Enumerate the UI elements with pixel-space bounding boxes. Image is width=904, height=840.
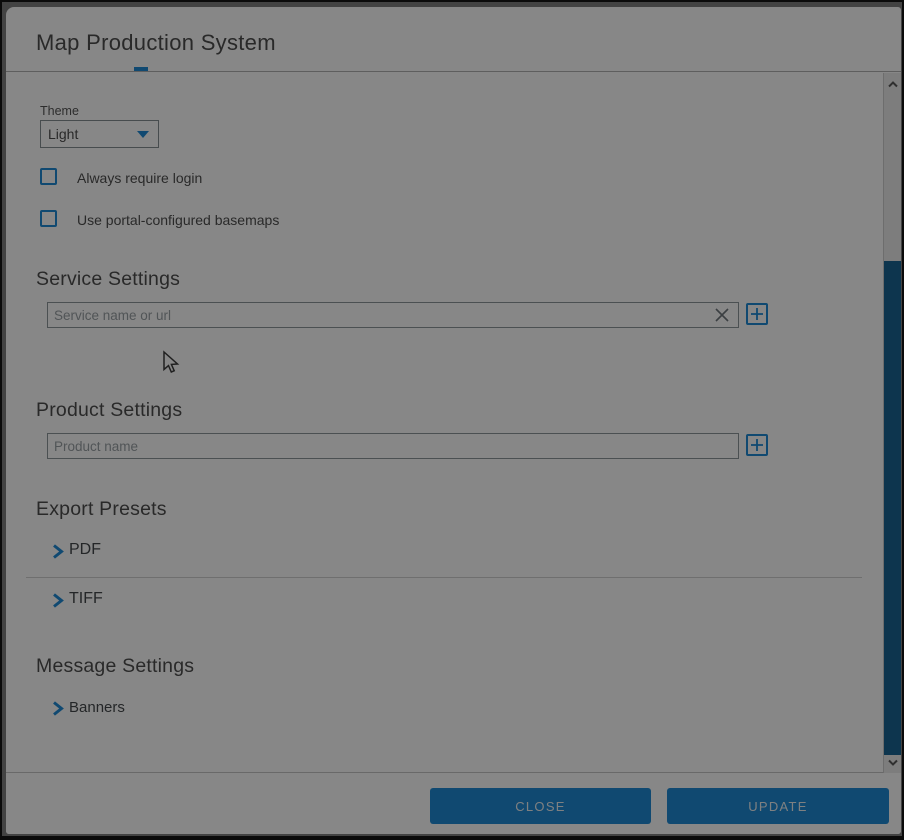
chevron-right-icon[interactable] bbox=[52, 544, 64, 559]
add-service-button[interactable] bbox=[746, 303, 768, 325]
chevron-right-icon[interactable] bbox=[52, 593, 64, 608]
x-clear-icon[interactable] bbox=[713, 306, 731, 324]
preset-divider bbox=[26, 577, 862, 578]
dialog-title: Map Production System bbox=[36, 30, 276, 56]
theme-selected-value: Light bbox=[48, 126, 78, 142]
chevron-down-icon bbox=[888, 759, 898, 766]
chevron-right-icon[interactable] bbox=[52, 701, 64, 716]
always-require-login-checkbox[interactable] bbox=[40, 168, 57, 185]
export-presets-heading: Export Presets bbox=[36, 498, 167, 521]
map-production-system-dialog: Map Production System Theme Light Always… bbox=[6, 7, 901, 834]
scroll-up-button[interactable] bbox=[884, 75, 901, 93]
message-settings-heading: Message Settings bbox=[36, 655, 194, 678]
scrollbar-thumb[interactable] bbox=[884, 261, 901, 755]
theme-label: Theme bbox=[40, 104, 79, 118]
vertical-scrollbar[interactable] bbox=[883, 73, 901, 773]
plus-icon bbox=[751, 439, 763, 451]
product-name-input[interactable] bbox=[47, 433, 739, 459]
message-setting-banners[interactable]: Banners bbox=[69, 699, 125, 716]
caret-down-icon bbox=[137, 131, 149, 138]
export-preset-tiff[interactable]: TIFF bbox=[69, 590, 103, 608]
add-product-button[interactable] bbox=[746, 434, 768, 456]
app-frame: Map Production System Theme Light Always… bbox=[0, 0, 904, 840]
chevron-up-icon bbox=[888, 81, 898, 88]
scroll-down-button[interactable] bbox=[884, 753, 901, 771]
export-preset-pdf[interactable]: PDF bbox=[69, 541, 101, 559]
plus-icon bbox=[751, 308, 763, 320]
close-button[interactable]: CLOSE bbox=[430, 788, 651, 824]
dialog-footer: CLOSE UPDATE bbox=[6, 772, 901, 834]
theme-select[interactable]: Light bbox=[40, 120, 159, 148]
service-settings-heading: Service Settings bbox=[36, 268, 180, 291]
update-button[interactable]: UPDATE bbox=[667, 788, 889, 824]
always-require-login-label: Always require login bbox=[77, 170, 202, 186]
product-settings-heading: Product Settings bbox=[36, 399, 182, 422]
service-name-input[interactable] bbox=[47, 302, 739, 328]
dialog-header: Map Production System bbox=[6, 7, 901, 72]
portal-basemaps-label: Use portal-configured basemaps bbox=[77, 212, 279, 228]
scrolled-content-sliver bbox=[134, 67, 148, 71]
arrow-pointer-cursor bbox=[158, 348, 180, 375]
portal-basemaps-checkbox[interactable] bbox=[40, 210, 57, 227]
